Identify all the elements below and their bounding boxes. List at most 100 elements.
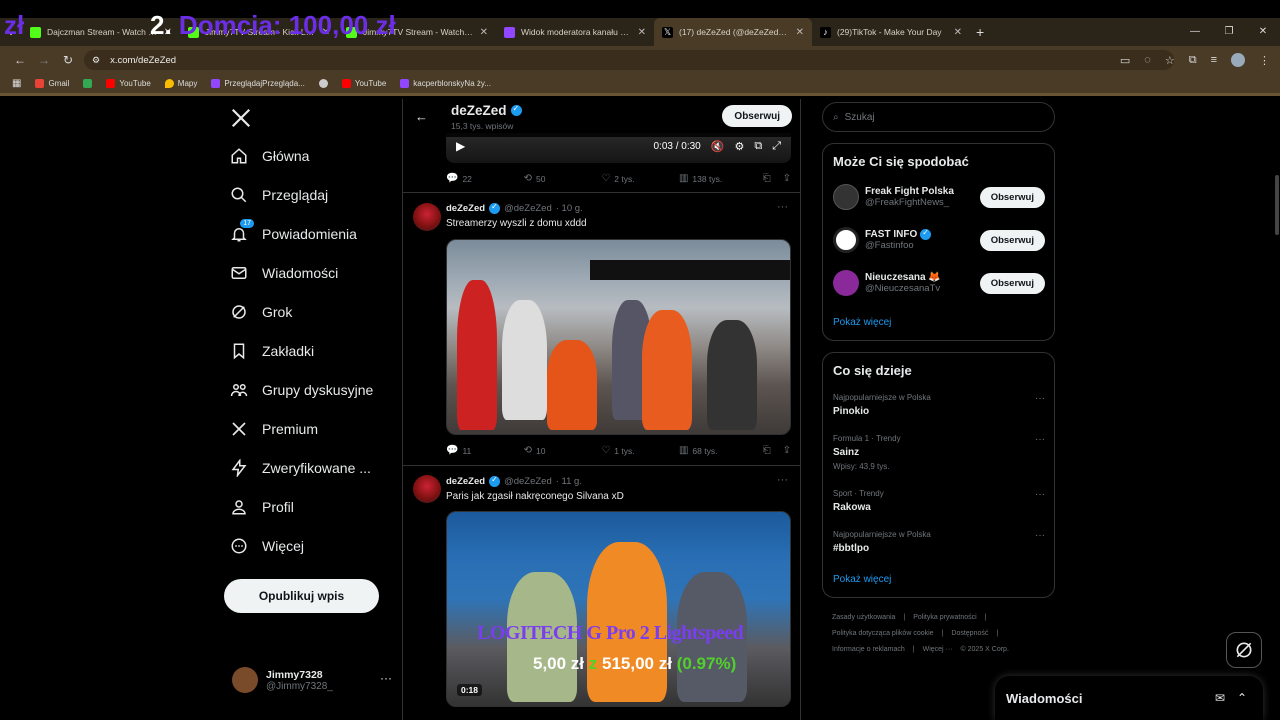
avatar[interactable] — [413, 475, 441, 503]
trend-item[interactable]: Sport · Trendy Rakowa ··· — [833, 489, 1045, 513]
more-dots-icon[interactable]: ··· — [380, 671, 392, 685]
scrollbar-thumb[interactable] — [1275, 175, 1279, 235]
apps-grid-icon[interactable]: ▦ — [12, 78, 21, 89]
mute-icon[interactable]: 🔇 — [711, 140, 725, 153]
nav-item-premium[interactable]: Premium — [230, 420, 318, 438]
bookmark-item[interactable] — [83, 79, 93, 88]
messages-drawer[interactable]: Wiadomości ✉ ⌃ — [995, 676, 1263, 720]
nav-item-communities[interactable]: Grupy dyskusyjne — [230, 381, 373, 399]
footer-link[interactable]: Informacje o reklamach — [832, 646, 905, 653]
trend-item[interactable]: Najpopularniejsze w Polska #bbtlpo ··· — [833, 530, 1045, 554]
chevron-up-icon[interactable]: ⌃ — [1237, 691, 1247, 705]
tweet-author[interactable]: deZeZed — [446, 476, 485, 487]
page-scrollbar[interactable] — [1274, 99, 1280, 720]
like-button[interactable]: ♡ 2 tys. — [601, 173, 679, 184]
window-close-icon[interactable]: ✕ — [1246, 18, 1280, 46]
star-icon[interactable]: ☆ — [1165, 54, 1175, 67]
url-field[interactable]: ⚙ x.com/deZeZed — [84, 50, 1174, 70]
views-button[interactable]: ▥ 138 tys. — [679, 173, 763, 184]
suggestion-item[interactable]: FAST INFO@Fastinfoo Obserwuj — [833, 227, 1045, 253]
browser-tab[interactable]: Widok moderatora kanału Jimm ✕ — [496, 18, 654, 46]
follow-button[interactable]: Obserwuj — [979, 229, 1045, 251]
views-button[interactable]: ▥ 68 tys. — [679, 445, 763, 456]
more-dots-icon[interactable]: ··· — [777, 201, 788, 213]
performance-icon[interactable]: ◌ — [1144, 54, 1151, 66]
grok-button[interactable] — [1226, 632, 1262, 668]
nav-item-verified-orgs[interactable]: Zweryfikowane ... — [230, 459, 371, 477]
kebab-menu-icon[interactable]: ⋮ — [1259, 54, 1270, 67]
bookmark-button[interactable]: ⎗ — [763, 445, 771, 456]
avatar[interactable] — [413, 203, 441, 231]
close-icon[interactable]: ✕ — [796, 27, 804, 38]
footer-link[interactable]: Polityka dotycząca plików cookie — [832, 630, 934, 637]
footer-link[interactable]: Więcej ··· — [923, 646, 953, 653]
tweet-author[interactable]: deZeZed — [446, 203, 485, 214]
bookmark-item[interactable]: PrzeglądajPrzegląda... — [211, 79, 305, 88]
video-player[interactable]: ▶ 0:03 / 0:30 🔇 ⚙ ⧉ ⤢ — [446, 133, 791, 163]
share-button[interactable]: ⇪ — [783, 445, 791, 456]
nav-item-bookmarks[interactable]: Zakładki — [230, 342, 314, 360]
footer-link[interactable]: Polityka prywatności — [913, 614, 976, 621]
follow-button[interactable]: Obserwuj — [979, 272, 1045, 294]
tweet-handle[interactable]: @deZeZed — [504, 476, 552, 487]
repost-button[interactable]: ⟲ 50 — [524, 173, 602, 184]
close-icon[interactable]: ✕ — [954, 27, 962, 38]
account-switcher[interactable]: Jimmy7328 @Jimmy7328_ ··· — [232, 667, 392, 693]
nav-item-notifications[interactable]: 17 Powiadomienia — [230, 219, 357, 243]
nav-item-more[interactable]: Więcej — [230, 537, 304, 555]
trend-item[interactable]: Najpopularniejsze w Polska Pinokio ··· — [833, 393, 1045, 417]
close-icon[interactable]: ✕ — [638, 27, 646, 38]
more-dots-icon[interactable]: ··· — [1035, 489, 1045, 500]
x-logo-icon[interactable] — [230, 107, 252, 129]
bookmark-item[interactable]: YouTube — [106, 79, 151, 88]
search-box[interactable]: ⌕ — [822, 102, 1055, 132]
nav-item-grok[interactable]: Grok — [230, 303, 292, 321]
bookmark-item[interactable]: Gmail — [35, 79, 69, 88]
like-button[interactable]: ♡ 1 tys. — [601, 445, 679, 456]
reload-icon[interactable]: ↻ — [56, 53, 80, 67]
tweet-handle[interactable]: @deZeZed — [504, 203, 552, 214]
follow-button[interactable]: Obserwuj — [722, 105, 792, 127]
search-input[interactable] — [844, 111, 1035, 123]
bookmark-button[interactable]: ⎗ — [763, 173, 771, 184]
new-tab-icon[interactable]: + — [976, 24, 984, 40]
fullscreen-icon[interactable]: ⤢ — [772, 140, 781, 153]
show-more-link[interactable]: Pokaż więcej — [833, 317, 891, 328]
reply-button[interactable]: 💬 11 — [446, 445, 524, 456]
more-dots-icon[interactable]: ··· — [1035, 530, 1045, 541]
footer-link[interactable]: Zasady użytkowania — [832, 614, 895, 621]
new-message-icon[interactable]: ✉ — [1215, 691, 1225, 705]
nav-item-messages[interactable]: Wiadomości — [230, 264, 338, 282]
follow-button[interactable]: Obserwuj — [979, 186, 1045, 208]
settings-gear-icon[interactable]: ⚙ — [734, 140, 744, 153]
show-more-link[interactable]: Pokaż więcej — [833, 574, 891, 585]
share-button[interactable]: ⇪ — [783, 173, 791, 184]
tweet-video[interactable]: 0:18 — [446, 511, 791, 707]
browser-tab[interactable]: ♪ (29)TikTok - Make Your Day ✕ — [812, 18, 970, 46]
bookmark-item[interactable]: kacperblonskyNa ży... — [400, 79, 491, 88]
tweet-time[interactable]: · 10 g. — [556, 203, 583, 214]
suggestion-item[interactable]: Freak Fight Polska @FreakFightNews_ Obser… — [833, 184, 1045, 210]
media-control-icon[interactable]: ≡ — [1211, 54, 1217, 66]
browser-profile-avatar[interactable] — [1231, 53, 1245, 67]
browser-tab-active[interactable]: 𝕏 (17) deZeZed (@deZeZed) / X ✕ — [654, 18, 812, 46]
nav-item-home[interactable]: Główna — [230, 147, 309, 165]
close-icon[interactable]: ✕ — [480, 27, 488, 38]
more-dots-icon[interactable]: ··· — [1035, 434, 1045, 445]
forward-arrow-icon[interactable]: → — [32, 53, 56, 67]
maximize-icon[interactable]: ❐ — [1212, 18, 1246, 46]
nav-item-profile[interactable]: Profil — [230, 498, 294, 516]
tweet-time[interactable]: · 11 g. — [556, 476, 582, 487]
bookmark-item[interactable]: YouTube — [341, 79, 386, 88]
bookmark-item[interactable] — [318, 79, 328, 88]
play-icon[interactable]: ▶ — [456, 139, 465, 153]
pip-icon[interactable]: ⧉ — [754, 140, 762, 153]
bookmark-item[interactable]: Mapy — [164, 79, 197, 88]
minimize-icon[interactable]: — — [1178, 18, 1212, 46]
footer-link[interactable]: Dostępność — [951, 630, 988, 637]
extensions-icon[interactable]: ⧉ — [1189, 54, 1197, 67]
reply-button[interactable]: 💬 22 — [446, 173, 524, 184]
back-arrow-icon[interactable]: ← — [8, 53, 32, 67]
more-dots-icon[interactable]: ··· — [777, 474, 788, 486]
suggestion-item[interactable]: Nieuczesana 🦊 @NieuczesanaTv Obserwuj — [833, 270, 1045, 296]
